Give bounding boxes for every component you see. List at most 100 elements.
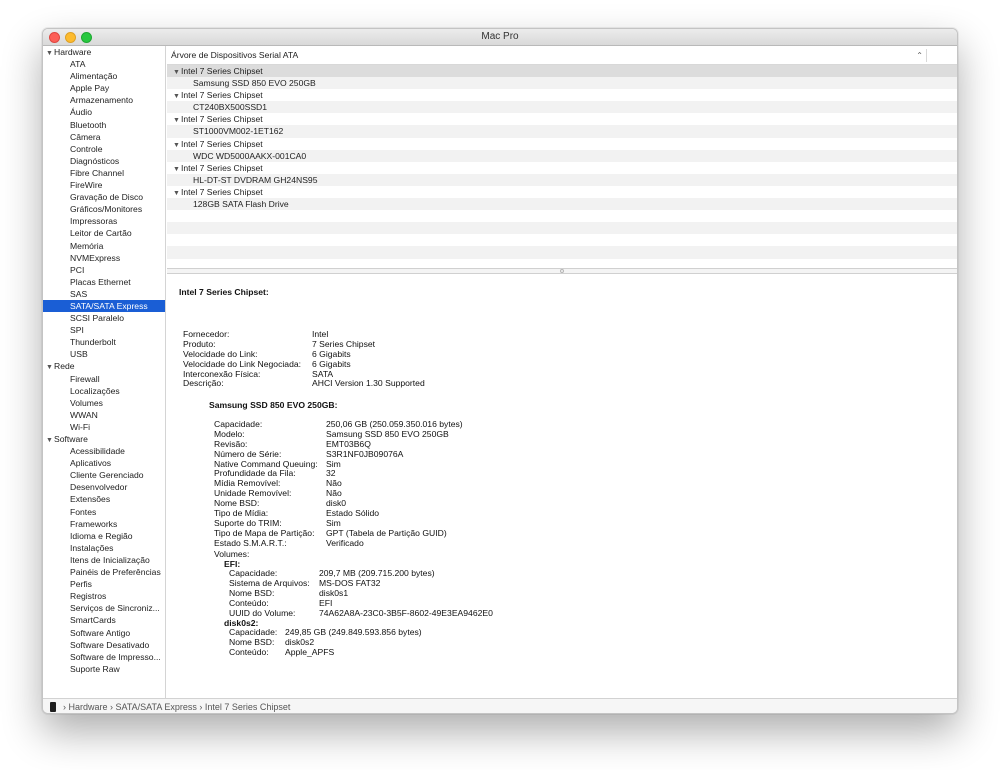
sidebar-item-software-de-impresso[interactable]: Software de Impresso... [43, 651, 165, 663]
sidebar-item-frameworks[interactable]: Frameworks [43, 518, 165, 530]
sidebar-item-impressoras[interactable]: Impressoras [43, 215, 165, 227]
sidebar-item-audio[interactable]: Áudio [43, 106, 165, 118]
sidebar-item-idioma-e-regiao[interactable]: Idioma e Região [43, 530, 165, 542]
disclosure-triangle-icon[interactable]: ▼ [173, 67, 181, 79]
sidebar-item-graficos-monitores[interactable]: Gráficos/Monitores [43, 203, 165, 215]
sidebar-item-diagnosticos[interactable]: Diagnósticos [43, 155, 165, 167]
sidebar-section-rede[interactable]: ▼Rede [43, 360, 165, 372]
tree-row-controller[interactable]: ▼Intel 7 Series Chipset [167, 162, 957, 176]
sidebar-item-usb[interactable]: USB [43, 348, 165, 360]
property-value: Apple_APFS [285, 646, 335, 657]
tree-row-device[interactable]: ST1000VM002-1ET162 [167, 125, 957, 138]
tree-row-controller[interactable]: ▼Intel 7 Series Chipset [167, 89, 957, 103]
sidebar-item-spi[interactable]: SPI [43, 324, 165, 336]
property-value: AHCI Version 1.30 Supported [312, 378, 425, 389]
sidebar-item-sas[interactable]: SAS [43, 288, 165, 300]
sidebar-item-leitor-de-cartao[interactable]: Leitor de Cartão [43, 227, 165, 239]
sidebar-item-nvmexpress[interactable]: NVMExpress [43, 252, 165, 264]
sidebar-section-hardware[interactable]: ▼Hardware [43, 46, 165, 58]
sidebar-item-thunderbolt[interactable]: Thunderbolt [43, 336, 165, 348]
sidebar-item-ata[interactable]: ATA [43, 58, 165, 70]
sidebar-item-localizacoes[interactable]: Localizações [43, 385, 165, 397]
chevron-up-icon[interactable]: ⌃ [916, 46, 923, 65]
sidebar-item-desenvolvedor[interactable]: Desenvolvedor [43, 481, 165, 493]
sidebar-item-armazenamento[interactable]: Armazenamento [43, 94, 165, 106]
sidebar-item-servicos-de-sincroniz[interactable]: Serviços de Sincroniz... [43, 602, 165, 614]
property-label: Conteúdo: [229, 646, 269, 657]
sidebar-item-software-desativado[interactable]: Software Desativado [43, 639, 165, 651]
sidebar-item-controle[interactable]: Controle [43, 143, 165, 155]
tree-row-empty [167, 222, 957, 235]
property-label: Estado S.M.A.R.T.: [214, 537, 287, 548]
disclosure-triangle-icon[interactable]: ▼ [173, 164, 181, 176]
sidebar-item-aplicativos[interactable]: Aplicativos [43, 457, 165, 469]
sidebar-item-alimentacao[interactable]: Alimentação [43, 70, 165, 82]
property-value: Sim [326, 458, 341, 469]
detail-title: Intel 7 Series Chipset: [179, 287, 269, 297]
tree-row-controller[interactable]: ▼Intel 7 Series Chipset [167, 113, 957, 127]
tree-row-device[interactable]: WDC WD5000AAKX-001CA0 [167, 149, 957, 162]
tree-row-label: Samsung SSD 850 EVO 250GB [193, 78, 316, 89]
sidebar-item-memoria[interactable]: Memória [43, 240, 165, 252]
sidebar-item-perfis[interactable]: Perfis [43, 578, 165, 590]
tree-row-empty [167, 246, 957, 259]
sidebar-item-itens-de-inicializacao[interactable]: Itens de Inicialização [43, 554, 165, 566]
disclosure-triangle-icon[interactable]: ▼ [173, 140, 181, 152]
sidebar-item-wwan[interactable]: WWAN [43, 409, 165, 421]
sidebar-item-suporte-raw[interactable]: Suporte Raw [43, 663, 165, 675]
sidebar-item-cliente-gerenciado[interactable]: Cliente Gerenciado [43, 469, 165, 481]
sidebar-section-software[interactable]: ▼Software [43, 433, 165, 445]
sidebar-item-paineis-de-preferencias[interactable]: Painéis de Preferências [43, 566, 165, 578]
tree-row-empty [167, 210, 957, 222]
property-label: Descrição: [183, 378, 224, 389]
property-value: disk0s1 [319, 587, 349, 598]
sidebar-item-placas-ethernet[interactable]: Placas Ethernet [43, 276, 165, 288]
sidebar-item-scsi-paralelo[interactable]: SCSI Paralelo [43, 312, 165, 324]
sidebar-item-fibre-channel[interactable]: Fibre Channel [43, 167, 165, 179]
sidebar-item-camera[interactable]: Câmera [43, 131, 165, 143]
breadcrumb[interactable]: › Hardware › SATA/SATA Express › Intel 7… [63, 702, 290, 712]
sidebar-section-label: Hardware [54, 47, 92, 57]
sidebar-item-registros[interactable]: Registros [43, 590, 165, 602]
tree-row-empty [167, 234, 957, 246]
window-title: Mac Pro [481, 31, 519, 42]
tree-row-label: Intel 7 Series Chipset [181, 138, 263, 149]
splitter-handle[interactable] [560, 269, 564, 273]
sidebar-item-pci[interactable]: PCI [43, 264, 165, 276]
sidebar-item-apple-pay[interactable]: Apple Pay [43, 82, 165, 94]
sidebar-item-instalacoes[interactable]: Instalações [43, 542, 165, 554]
sidebar-item-fontes[interactable]: Fontes [43, 506, 165, 518]
tree-row-device[interactable]: HL-DT-ST DVDRAM GH24NS95 [167, 173, 957, 186]
sidebar-item-acessibilidade[interactable]: Acessibilidade [43, 445, 165, 457]
disclosure-triangle-icon[interactable]: ▼ [46, 48, 54, 58]
property-value: S3R1NF0JB09076A [326, 448, 404, 459]
disclosure-triangle-icon[interactable]: ▼ [173, 115, 181, 127]
tree-row-label: Intel 7 Series Chipset [181, 90, 263, 101]
disclosure-triangle-icon[interactable]: ▼ [173, 91, 181, 103]
sidebar-item-gravacao-de-disco[interactable]: Gravação de Disco [43, 191, 165, 203]
disclosure-triangle-icon[interactable]: ▼ [173, 188, 181, 200]
disclosure-triangle-icon[interactable]: ▼ [46, 362, 54, 372]
tree-row-controller[interactable]: ▼Intel 7 Series Chipset [167, 65, 957, 79]
sidebar-item-wi-fi[interactable]: Wi-Fi [43, 421, 165, 433]
sidebar-section-label: Rede [54, 361, 75, 372]
sidebar-item-smartcards[interactable]: SmartCards [43, 614, 165, 626]
sidebar-item-firewall[interactable]: Firewall [43, 373, 165, 385]
tree-column-header[interactable]: Árvore de Dispositivos Serial ATA ⌃ [167, 46, 957, 65]
device-tree: ▼Intel 7 Series Chipset Samsung SSD 850 E… [167, 65, 957, 259]
sidebar-item-firewire[interactable]: FireWire [43, 179, 165, 191]
disclosure-triangle-icon[interactable]: ▼ [46, 435, 54, 445]
tree-row-device[interactable]: 128GB SATA Flash Drive [167, 198, 957, 211]
sidebar-item-bluetooth[interactable]: Bluetooth [43, 119, 165, 131]
sidebar-item-volumes[interactable]: Volumes [43, 397, 165, 409]
sidebar-item-extensoes[interactable]: Extensões [43, 493, 165, 505]
tree-row-controller[interactable]: ▼Intel 7 Series Chipset [167, 186, 957, 200]
sidebar-item-sata-sata-express[interactable]: SATA/SATA Express [43, 299, 165, 313]
sidebar-item-software-antigo[interactable]: Software Antigo [43, 627, 165, 639]
tree-row-controller[interactable]: ▼Intel 7 Series Chipset [167, 138, 957, 152]
tree-row-device[interactable]: Samsung SSD 850 EVO 250GB [167, 77, 957, 90]
property-value: Verificado [326, 537, 364, 548]
tree-row-label: CT240BX500SSD1 [193, 102, 268, 113]
title-bar: Mac Pro [43, 29, 957, 46]
tree-row-device[interactable]: CT240BX500SSD1 [167, 101, 957, 114]
